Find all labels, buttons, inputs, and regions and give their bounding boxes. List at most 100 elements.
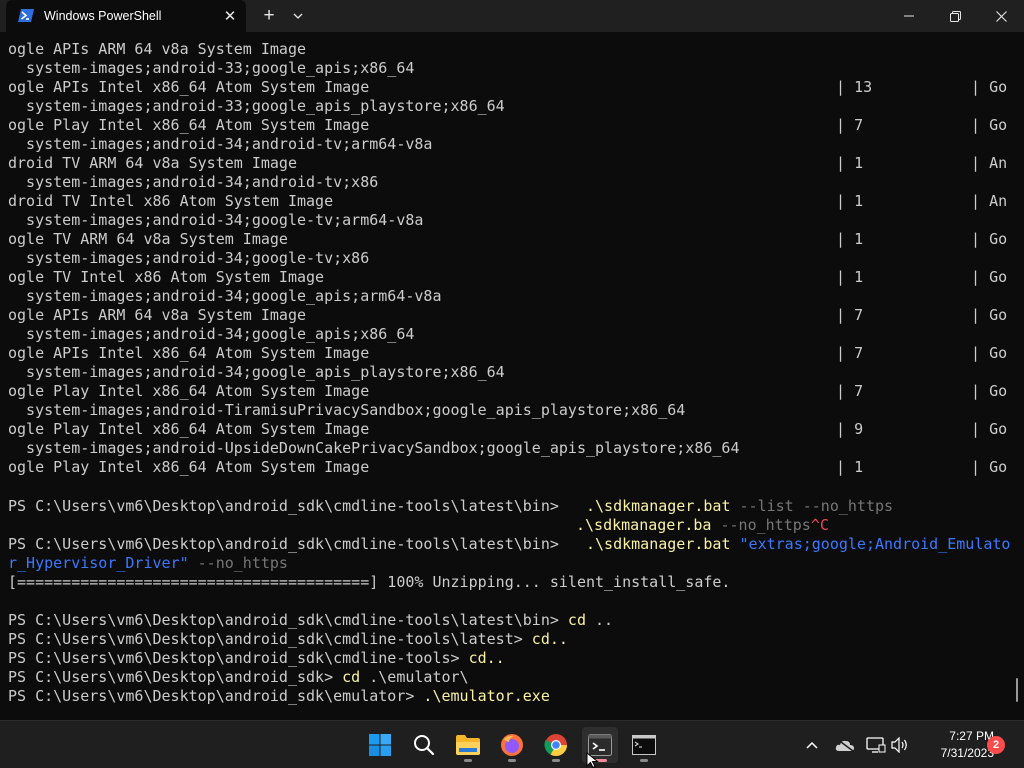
package-desc-cell: | Go — [971, 116, 1007, 135]
package-row: system-images;android-34;google_apis;arm… — [8, 287, 1018, 324]
package-desc-cell: | Go — [971, 458, 1007, 477]
powershell-icon — [18, 9, 34, 22]
command-args: .. — [585, 611, 614, 629]
column-separator: | — [836, 154, 855, 172]
file-explorer-icon — [456, 735, 480, 755]
package-version-cell: | 7 — [836, 382, 863, 401]
package-desc: Go — [989, 306, 1008, 324]
package-version-cell: | 1 — [836, 192, 863, 211]
file-explorer-button[interactable] — [450, 727, 486, 763]
package-path: system-images;android-34;google_apis;arm… — [8, 287, 442, 305]
command-string: r_Hypervisor_Driver" — [8, 554, 189, 572]
package-version-cell: | 1 — [836, 230, 863, 249]
terminal-line-prompt: PS C:\Users\vm6\Desktop\android_sdk\cmdl… — [8, 630, 568, 649]
command-args: --no_https — [711, 516, 811, 534]
column-separator: | — [836, 420, 855, 438]
package-description-line: droid TV Intel x86 Atom System Image — [8, 192, 334, 210]
package-version: 9 — [854, 420, 864, 438]
volume-tray[interactable] — [888, 733, 912, 757]
tab-dropdown-button[interactable] — [286, 4, 310, 28]
scrollbar-thumb[interactable] — [1016, 678, 1018, 702]
progress-line: [=======================================… — [8, 573, 731, 591]
onedrive-icon — [835, 738, 854, 752]
package-version: 1 — [854, 154, 864, 172]
column-separator: | — [971, 268, 990, 286]
column-separator: | — [971, 116, 990, 134]
package-version-cell: | 1 — [836, 268, 863, 287]
close-icon — [995, 10, 1007, 22]
command: .\sdkmanager.ba — [576, 516, 712, 534]
maximize-button[interactable] — [932, 0, 978, 32]
running-indicator — [508, 759, 516, 762]
speaker-icon — [891, 737, 907, 753]
chrome-button[interactable] — [538, 727, 574, 763]
search-icon — [414, 735, 435, 756]
package-row: system-images;android-33;google_apis;x86… — [8, 59, 1018, 96]
package-path: system-images;android-34;google-tv;arm64… — [8, 211, 424, 229]
notification-badge[interactable]: 2 — [987, 736, 1005, 754]
prompt: PS C:\Users\vm6\Desktop\android_sdk\emul… — [8, 687, 424, 705]
terminal-line-prompt: PS C:\Users\vm6\Desktop\android_sdk\cmdl… — [8, 649, 505, 668]
command: cd.. — [531, 630, 568, 648]
command: cd — [342, 668, 361, 686]
onedrive-tray[interactable] — [833, 733, 857, 757]
terminal-line-prompt: PS C:\Users\vm6\Desktop\android_sdk\cmdl… — [8, 611, 613, 630]
package-version: 1 — [854, 230, 864, 248]
column-separator: | — [836, 78, 855, 96]
console-button[interactable] — [626, 727, 662, 763]
package-path: system-images;android-34;android-tv;arm6… — [8, 135, 433, 153]
command-args: --no_https — [188, 554, 288, 572]
search-button[interactable] — [406, 727, 442, 763]
tab-close-icon[interactable]: ✕ — [218, 4, 242, 28]
minimize-icon — [904, 15, 914, 17]
package-desc-cell: | Go — [971, 78, 1007, 97]
package-version-cell: | 13 — [836, 78, 872, 97]
command: .\sdkmanager.bat — [585, 497, 731, 515]
package-description-line: ogle APIs Intel x86_64 Atom System Image — [8, 344, 370, 362]
package-description-line: ogle Play Intel x86_64 Atom System Image — [8, 382, 370, 400]
package-description-line: droid TV ARM 64 v8a System Image — [8, 154, 297, 172]
running-indicator — [552, 759, 560, 762]
prompt: PS C:\Users\vm6\Desktop\android_sdk> — [8, 668, 343, 686]
terminal-line-wrapped: r_Hypervisor_Driver" --no_https — [8, 554, 288, 573]
package-desc: Go — [989, 344, 1008, 362]
firefox-button[interactable] — [494, 727, 530, 763]
column-separator: | — [971, 306, 990, 324]
package-row: system-images;android-34;android-tv;x86 |… — [8, 173, 1018, 210]
package-version-cell: | 7 — [836, 344, 863, 363]
package-desc: An — [989, 154, 1008, 172]
package-description-line: ogle TV Intel x86 Atom System Image — [8, 268, 325, 286]
network-tray[interactable] — [864, 733, 888, 757]
start-button[interactable] — [362, 727, 398, 763]
package-path: system-images;android-33;google_apis_pla… — [8, 97, 505, 115]
clock[interactable]: 7:27 PM 7/31/2023 — [916, 728, 994, 762]
package-desc: Go — [989, 420, 1008, 438]
tab-powershell[interactable]: Windows PowerShell ✕ — [6, 0, 246, 32]
package-description-line: ogle Play Intel x86_64 Atom System Image — [8, 420, 370, 438]
title-bar: Windows PowerShell ✕ + — [0, 0, 1024, 32]
package-description-line: ogle TV ARM 64 v8a System Image — [8, 230, 288, 248]
terminal-line-prompt: PS C:\Users\vm6\Desktop\android_sdk\cmdl… — [8, 497, 893, 516]
new-tab-button[interactable]: + — [257, 4, 281, 28]
column-separator: | — [971, 78, 990, 96]
command: .\sdkmanager.bat — [585, 535, 731, 553]
close-window-button[interactable] — [978, 0, 1024, 32]
package-description-line: ogle APIs ARM 64 v8a System Image — [8, 40, 307, 58]
prompt: PS C:\Users\vm6\Desktop\android_sdk\cmdl… — [8, 611, 568, 629]
command: .\emulator.exe — [423, 687, 550, 705]
terminal-output[interactable]: ogle APIs ARM 64 v8a System Image system… — [0, 32, 1024, 720]
package-desc-cell: | Go — [971, 344, 1007, 363]
taskbar: 7:27 PM 7/31/2023 2 — [0, 720, 1024, 768]
package-version: 1 — [854, 458, 864, 476]
package-row: system-images;android-TiramisuPrivacySan… — [8, 401, 1018, 438]
package-desc: An — [989, 192, 1008, 210]
package-path: system-images;android-34;android-tv;x86 — [8, 173, 379, 191]
show-hidden-icons-button[interactable] — [800, 733, 824, 757]
package-desc: Go — [989, 458, 1008, 476]
clock-date: 7/31/2023 — [940, 746, 994, 760]
package-desc: Go — [989, 116, 1008, 134]
tab-title: Windows PowerShell — [44, 9, 162, 23]
minimize-button[interactable] — [886, 0, 932, 32]
package-desc: Go — [989, 230, 1008, 248]
command-args: .\emulator\ — [360, 668, 469, 686]
